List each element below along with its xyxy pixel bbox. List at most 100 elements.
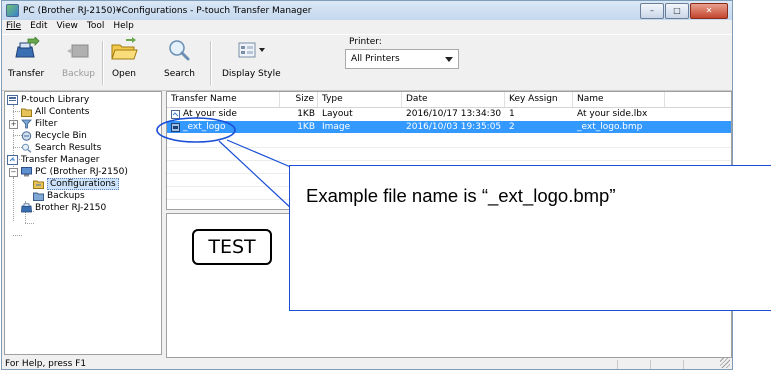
status-pane [650,360,681,369]
search-icon [165,37,193,63]
row-gridline [167,160,731,161]
display-style-button[interactable]: Display Style [222,37,281,79]
tree-label: Brother RJ-2150 [35,203,107,213]
transfer-manager-icon [7,155,18,165]
tree-guide-line [13,177,14,221]
tree-label: Search Results [35,143,102,153]
column-date[interactable]: Date [402,92,505,107]
toolbar: Transfer Backup Open Search Display Styl… [2,34,732,91]
tree-item-configurations[interactable]: Configurations [33,178,119,190]
minimize-button[interactable]: – [640,3,664,19]
window-controls: – □ ✕ [640,3,728,19]
backup-label: Backup [62,69,95,79]
menu-edit[interactable]: Edit [30,20,47,33]
layout-file-icon [171,109,180,119]
cell-size: 1KB [297,109,315,119]
resize-grip[interactable] [720,358,730,368]
tree-guide-line [25,223,34,224]
tree-item-printer[interactable]: Brother RJ-2150 [21,202,106,214]
printer-select-value: All Printers [351,54,400,64]
configurations-folder-icon [33,180,44,189]
cell-size: 1KB [297,122,315,132]
tree-guide-line [13,235,22,236]
folder-tree[interactable]: P-touch Library All Contents + Filter Re… [4,91,162,355]
column-type[interactable]: Type [318,92,402,107]
cell-type: Image [322,122,351,132]
tree-item-search-results[interactable]: Search Results [21,142,101,154]
title-bar[interactable]: PC (Brother RJ-2150)¥Configurations - P-… [2,1,732,20]
tree-label: Recycle Bin [35,131,87,141]
cell-date: 2016/10/17 13:34:30 [406,109,502,119]
tree-item-backups[interactable]: Backups [33,190,85,202]
cell-transfer-name: At your side [167,108,280,120]
menu-help[interactable]: Help [113,20,134,33]
recycle-bin-icon [21,131,32,141]
cell-key-assign: 1 [509,109,515,119]
open-button[interactable]: Open [110,37,138,79]
printer-label: Printer: [349,37,382,47]
open-folder-icon [110,37,138,63]
cell-key-assign: 2 [509,122,515,132]
search-button[interactable]: Search [164,37,195,79]
tree-label: PC (Brother RJ-2150) [35,167,128,177]
tree-item-library[interactable]: P-touch Library [7,94,89,106]
callout-text: Example file name is “_ext_logo.bmp” [306,185,616,206]
status-pane [683,360,714,369]
tree-item-filter[interactable]: Filter [21,118,57,130]
close-button[interactable]: ✕ [690,3,728,19]
backup-button[interactable]: Backup [62,37,95,79]
cell-name: At your side.lbx [577,109,648,119]
tree-label: Filter [35,119,58,129]
image-file-icon [171,122,180,132]
display-style-icon [233,37,269,63]
tree-item-transfer-manager[interactable]: Transfer Manager [7,154,100,166]
search-label: Search [164,69,195,79]
filter-icon [21,119,32,129]
library-icon [7,95,18,105]
row-transfer-name: At your side [183,109,237,119]
transfer-button[interactable]: Transfer [8,36,45,79]
app-icon [6,4,19,17]
chevron-down-icon [445,56,453,62]
column-size[interactable]: Size [280,92,318,107]
tree-item-pc[interactable]: PC (Brother RJ-2150) [21,166,128,178]
list-header: Transfer Name Size Type Date Key Assign … [167,92,731,108]
search-results-icon [22,143,32,153]
table-row[interactable]: At your side 1KB Layout 2016/10/17 13:34… [167,108,731,120]
cell-type: Layout [322,109,353,119]
menu-bar: File Edit View Tool Help [2,20,732,33]
tree-label: All Contents [35,107,90,117]
transfer-label: Transfer [8,69,45,79]
status-bar-panes [617,360,714,369]
menu-file[interactable]: File [6,20,21,33]
maximize-button[interactable]: □ [665,3,689,19]
tree-label: Configurations [47,178,119,190]
row-gridline [167,147,731,148]
menu-tool[interactable]: Tool [87,20,104,33]
column-name[interactable]: Name [573,92,665,107]
menu-view[interactable]: View [57,20,78,33]
tree-label: P-touch Library [21,95,90,105]
table-row-selected[interactable]: _ext_logo 1KB Image 2016/10/03 19:35:05 … [167,121,731,133]
printer-select[interactable]: All Printers [345,49,459,69]
toolbar-separator [210,41,212,85]
backup-icon [65,37,93,63]
open-label: Open [111,69,137,79]
cell-date: 2016/10/03 19:35:05 [406,122,502,132]
printer-icon [21,203,32,213]
column-transfer-name[interactable]: Transfer Name [167,92,280,107]
preview-label-text: TEST [192,229,272,265]
display-style-label: Display Style [222,69,281,79]
collapse-icon[interactable]: − [9,168,18,177]
computer-icon [21,167,32,177]
tree-label: Transfer Manager [21,155,100,165]
folder-icon [21,108,32,117]
transfer-icon [12,36,40,63]
status-pane [617,360,648,369]
cell-name: _ext_logo.bmp [577,122,643,132]
expand-icon[interactable]: + [9,120,18,129]
cell-transfer-name: _ext_logo [167,121,280,133]
column-key-assign[interactable]: Key Assign [505,92,573,107]
tree-item-recycle-bin[interactable]: Recycle Bin [21,130,87,142]
tree-item-all-contents[interactable]: All Contents [21,106,90,118]
